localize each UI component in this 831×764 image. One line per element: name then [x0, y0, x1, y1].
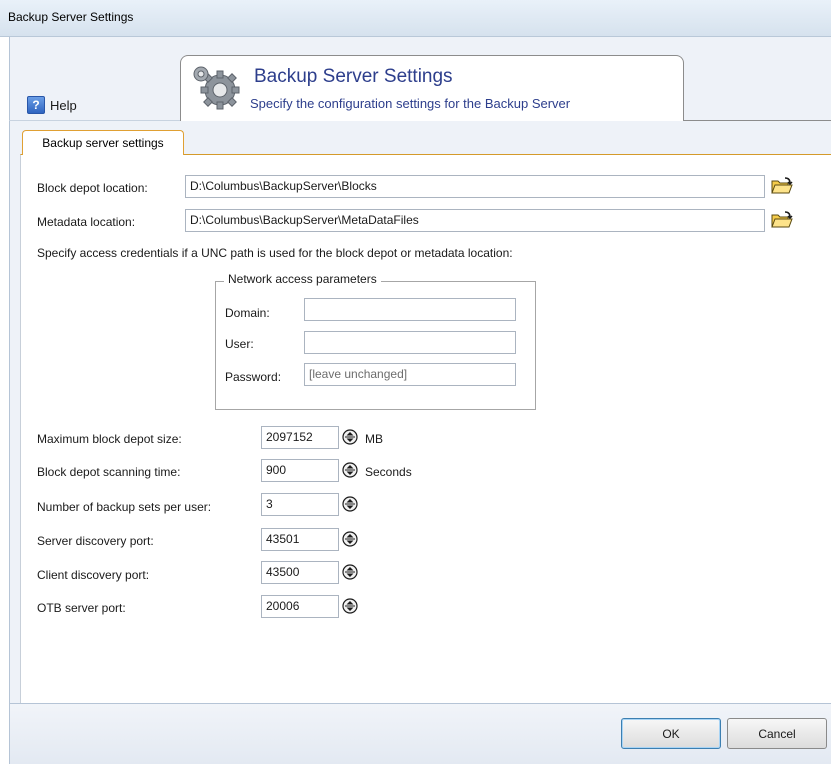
help-button[interactable]: ? Help	[27, 95, 77, 115]
network-group-title: Network access parameters	[224, 272, 381, 286]
block-depot-label: Block depot location:	[37, 181, 148, 195]
user-input[interactable]	[304, 331, 516, 354]
user-label: User:	[225, 337, 254, 351]
scan-time-label: Block depot scanning time:	[37, 465, 181, 479]
scan-time-unit: Seconds	[365, 465, 412, 479]
scan-time-input[interactable]: 900	[261, 459, 339, 482]
tab-backup-server-settings[interactable]: Backup server settings	[22, 130, 184, 155]
header-divider-left	[9, 120, 180, 121]
password-input[interactable]: [leave unchanged]	[304, 363, 516, 386]
backup-sets-label: Number of backup sets per user:	[37, 500, 212, 514]
open-folder-icon[interactable]	[771, 211, 793, 229]
spin-updown-icon[interactable]	[342, 562, 358, 582]
domain-input[interactable]	[304, 298, 516, 321]
open-folder-icon[interactable]	[771, 177, 793, 195]
header-divider-right	[684, 120, 831, 121]
server-port-label: Server discovery port:	[37, 534, 154, 548]
cancel-button[interactable]: Cancel	[727, 718, 827, 749]
backup-sets-input[interactable]: 3	[261, 493, 339, 516]
credentials-note: Specify access credentials if a UNC path…	[37, 246, 513, 260]
spin-updown-icon[interactable]	[342, 529, 358, 549]
domain-label: Domain:	[225, 306, 270, 320]
help-label: Help	[50, 97, 77, 113]
gears-icon	[193, 66, 240, 110]
spin-updown-icon[interactable]	[342, 427, 358, 447]
client-port-input[interactable]: 43500	[261, 561, 339, 584]
header-title: Backup Server Settings	[254, 66, 453, 87]
otb-port-label: OTB server port:	[37, 601, 126, 615]
ok-button[interactable]: OK	[621, 718, 721, 749]
password-label: Password:	[225, 370, 282, 384]
help-icon: ?	[27, 96, 45, 114]
header-subtitle: Specify the configuration settings for t…	[250, 96, 571, 111]
max-depot-size-input[interactable]: 2097152	[261, 426, 339, 449]
block-depot-input[interactable]: D:\Columbus\BackupServer\Blocks	[185, 175, 765, 198]
spin-updown-icon[interactable]	[342, 460, 358, 480]
spin-updown-icon[interactable]	[342, 596, 358, 616]
spin-updown-icon[interactable]	[342, 494, 358, 514]
server-port-input[interactable]: 43501	[261, 528, 339, 551]
header-panel	[180, 55, 684, 121]
client-port-label: Client discovery port:	[37, 568, 150, 582]
max-depot-size-unit: MB	[365, 432, 383, 446]
window-title: Backup Server Settings	[8, 10, 134, 24]
title-bar: Backup Server Settings	[0, 0, 831, 37]
metadata-input[interactable]: D:\Columbus\BackupServer\MetaDataFiles	[185, 209, 765, 232]
metadata-label: Metadata location:	[37, 215, 136, 229]
max-depot-size-label: Maximum block depot size:	[37, 432, 182, 446]
otb-port-input[interactable]: 20006	[261, 595, 339, 618]
tab-content-panel	[20, 154, 831, 703]
